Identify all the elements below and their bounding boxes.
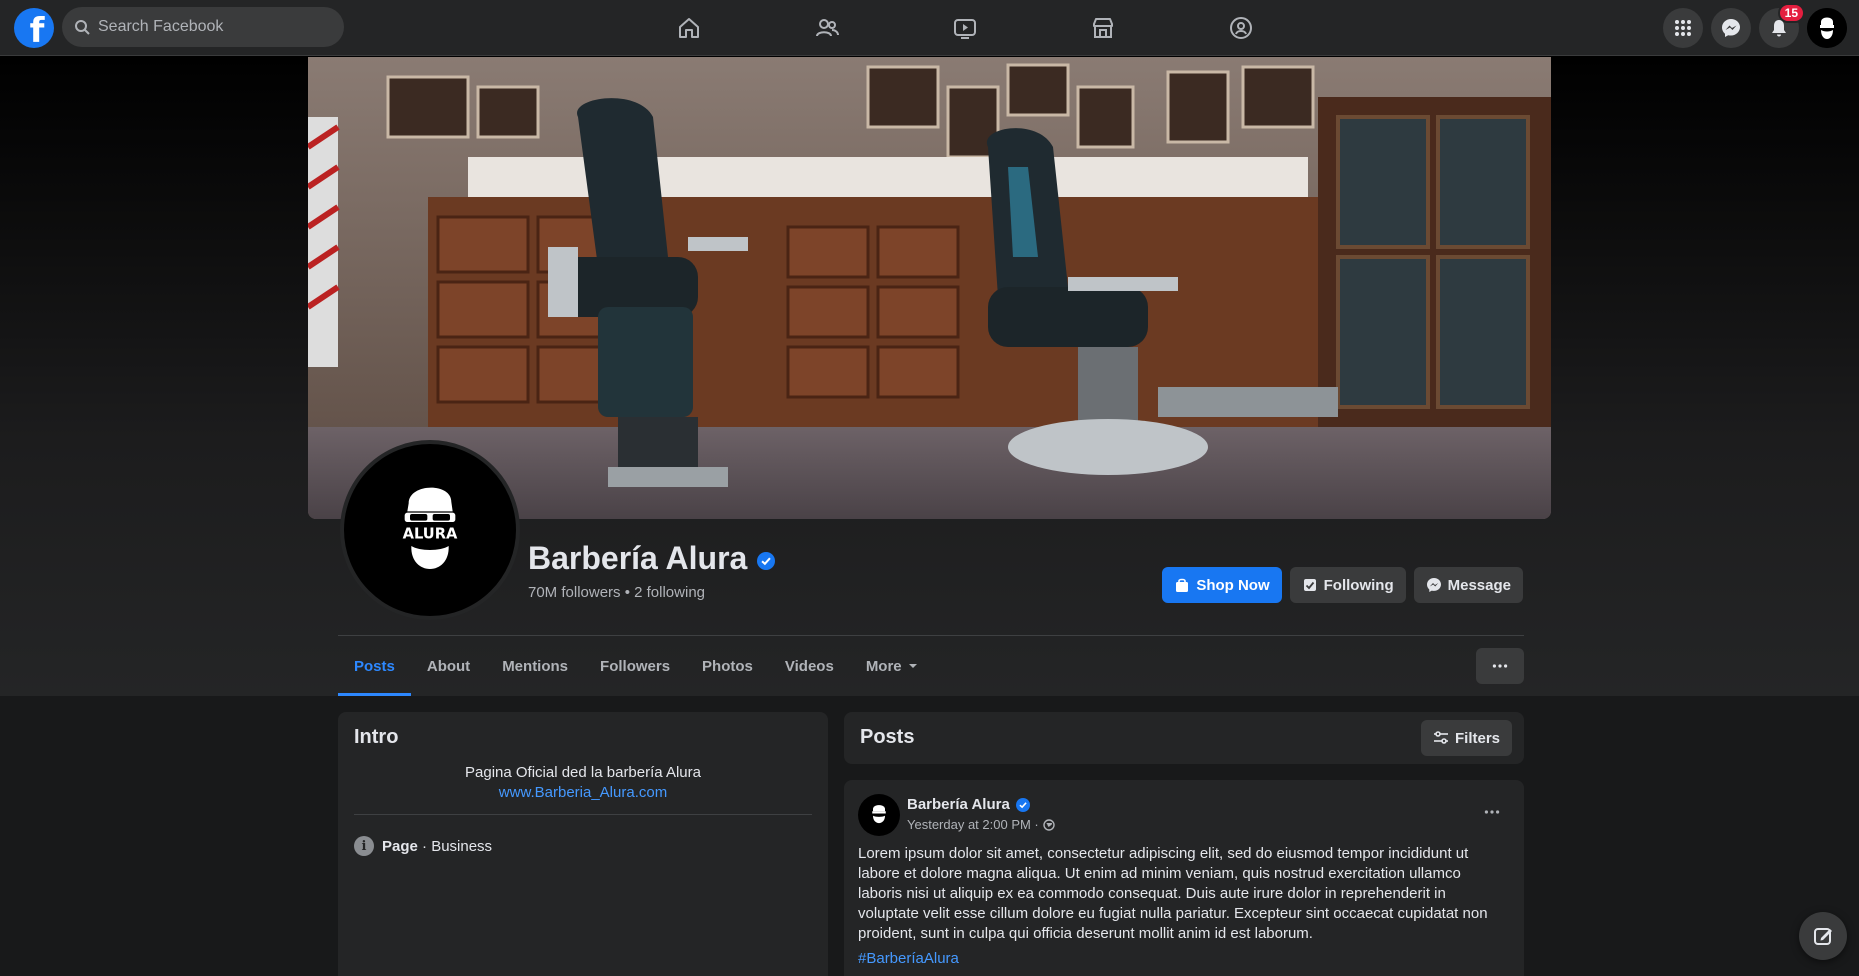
tab-friends[interactable]	[758, 0, 896, 56]
filters-label: Filters	[1454, 729, 1500, 747]
page-category: i Page · Business	[354, 836, 492, 856]
filters-button[interactable]: Filters	[1420, 720, 1512, 756]
post-text-line: Lorem ipsum dolor sit amet, consectetur …	[858, 845, 1469, 862]
tab-posts[interactable]: Posts	[338, 636, 411, 696]
filters-icon	[1433, 731, 1448, 744]
category-value: · Business	[417, 837, 493, 855]
account-avatar-icon	[1807, 8, 1847, 48]
grid-menu-icon	[1675, 20, 1691, 36]
verified-badge-icon	[757, 551, 776, 570]
tab-about[interactable]: About	[411, 636, 486, 696]
page-name-text: Barbería Alura	[528, 540, 748, 576]
notifications-button[interactable]: 15	[1759, 3, 1805, 48]
friends-icon	[816, 19, 839, 37]
tab-marketplace[interactable]	[1034, 0, 1172, 56]
watch-icon	[954, 19, 976, 39]
intro-description: Pagina Oficial ded la barbería Alura	[465, 764, 701, 781]
search-input[interactable]	[98, 18, 328, 36]
post-card: Barbería Alura Yesterday at 2:00 PM · Lo…	[844, 780, 1524, 976]
check-calendar-icon	[1303, 579, 1316, 591]
more-options-button[interactable]	[1476, 648, 1524, 684]
cover-photo[interactable]	[308, 57, 1551, 519]
follower-stats[interactable]: 70M followers • 2 following	[528, 584, 705, 601]
message-button[interactable]: Message	[1413, 567, 1523, 603]
tab-more-label: More	[865, 657, 902, 675]
following-label: Following	[1323, 576, 1394, 594]
tab-followers[interactable]: Followers	[584, 636, 686, 696]
compose-icon	[1814, 928, 1832, 945]
messenger-icon	[1722, 19, 1740, 37]
posts-header-card: Posts Filters	[844, 712, 1524, 764]
page-title: Barbería Alura	[528, 540, 776, 577]
verified-badge-icon	[1015, 797, 1030, 812]
post-timestamp[interactable]: Yesterday at 2:00 PM ·	[907, 817, 1055, 832]
account-avatar[interactable]	[1807, 8, 1847, 48]
tab-photos-label: Photos	[702, 657, 753, 675]
tab-followers-label: Followers	[600, 657, 671, 675]
messenger-button[interactable]	[1711, 8, 1751, 48]
marketplace-icon	[1093, 18, 1113, 38]
barbershop-cover-image	[308, 57, 1551, 519]
tab-posts-label: Posts	[354, 657, 395, 675]
category-label: Page	[382, 837, 418, 855]
posts-title: Posts	[860, 726, 915, 748]
shop-now-button[interactable]: Shop Now	[1162, 567, 1282, 603]
following-button[interactable]: Following	[1289, 567, 1406, 603]
intro-title: Intro	[354, 726, 399, 748]
home-icon	[679, 18, 699, 38]
shopping-bag-icon	[1176, 578, 1189, 592]
post-hashtag-link[interactable]: #BarberíaAlura	[858, 950, 959, 967]
tab-watch[interactable]	[896, 0, 1034, 56]
page-profile-picture[interactable]: ALURA	[340, 440, 520, 620]
post-text-line: laboris nisi ut aliquip ex ea commodo co…	[858, 885, 1446, 902]
tab-videos[interactable]: Videos	[769, 636, 850, 696]
post-text-line: labore et dolore magna aliqua. Ut enim a…	[858, 865, 1461, 882]
notification-count-badge: 15	[1777, 3, 1805, 23]
tab-more[interactable]: More	[850, 636, 934, 696]
post-options-button[interactable]	[1474, 794, 1510, 830]
new-message-button[interactable]	[1799, 912, 1847, 960]
info-icon: i	[354, 836, 374, 856]
facebook-logo-glyph: f	[29, 11, 45, 48]
post-text-line: proident, sunt in culpa qui officia dese…	[858, 925, 1313, 942]
globe-icon	[1043, 818, 1055, 831]
tab-home[interactable]	[620, 0, 758, 56]
profile-action-buttons: Shop Now Following Message	[1162, 567, 1523, 603]
top-navigation-bar: f Search Facebook 15	[0, 0, 1859, 56]
post-author[interactable]: Barbería Alura	[907, 796, 1030, 813]
tab-mentions[interactable]: Mentions	[486, 636, 584, 696]
intro-card: Intro Pagina Oficial ded la barbería Alu…	[338, 712, 828, 976]
logo-text: ALURA	[403, 526, 458, 543]
caret-down-icon	[908, 664, 917, 668]
post-text-line: voluptate velit esse cillum dolore eu fu…	[858, 905, 1488, 922]
facebook-logo-icon[interactable]: f	[14, 8, 54, 48]
tab-photos[interactable]: Photos	[686, 636, 769, 696]
account-controls: 15	[1663, 3, 1847, 48]
alura-logo-icon: ALURA	[396, 487, 464, 569]
tab-mentions-label: Mentions	[502, 657, 569, 675]
post-author-name: Barbería Alura	[907, 796, 1010, 813]
profile-tabs: Posts About Mentions Followers Photos Vi…	[338, 636, 934, 696]
menu-button[interactable]	[1663, 8, 1703, 48]
tab-groups[interactable]	[1172, 0, 1310, 56]
post-text: Lorem ipsum dolor sit amet, consectetur …	[858, 844, 1508, 944]
alura-logo-icon	[872, 805, 886, 824]
website-link[interactable]: www.Barberia_Alura.com	[338, 784, 828, 801]
post-author-avatar[interactable]	[858, 794, 900, 836]
main-nav-tabs	[620, 0, 1310, 56]
post-time-text: Yesterday at 2:00 PM ·	[907, 817, 1039, 832]
search-icon	[75, 20, 90, 35]
messenger-icon	[1426, 578, 1441, 592]
groups-icon	[1230, 17, 1252, 39]
tab-about-label: About	[426, 657, 471, 675]
intro-divider	[354, 814, 812, 815]
shop-now-label: Shop Now	[1196, 576, 1270, 594]
ellipsis-icon	[1484, 810, 1500, 814]
page-category-text: Page · Business	[382, 838, 492, 855]
tab-videos-label: Videos	[784, 657, 834, 675]
search-box[interactable]	[62, 7, 344, 47]
message-label: Message	[1447, 576, 1511, 594]
ellipsis-icon	[1492, 664, 1508, 668]
